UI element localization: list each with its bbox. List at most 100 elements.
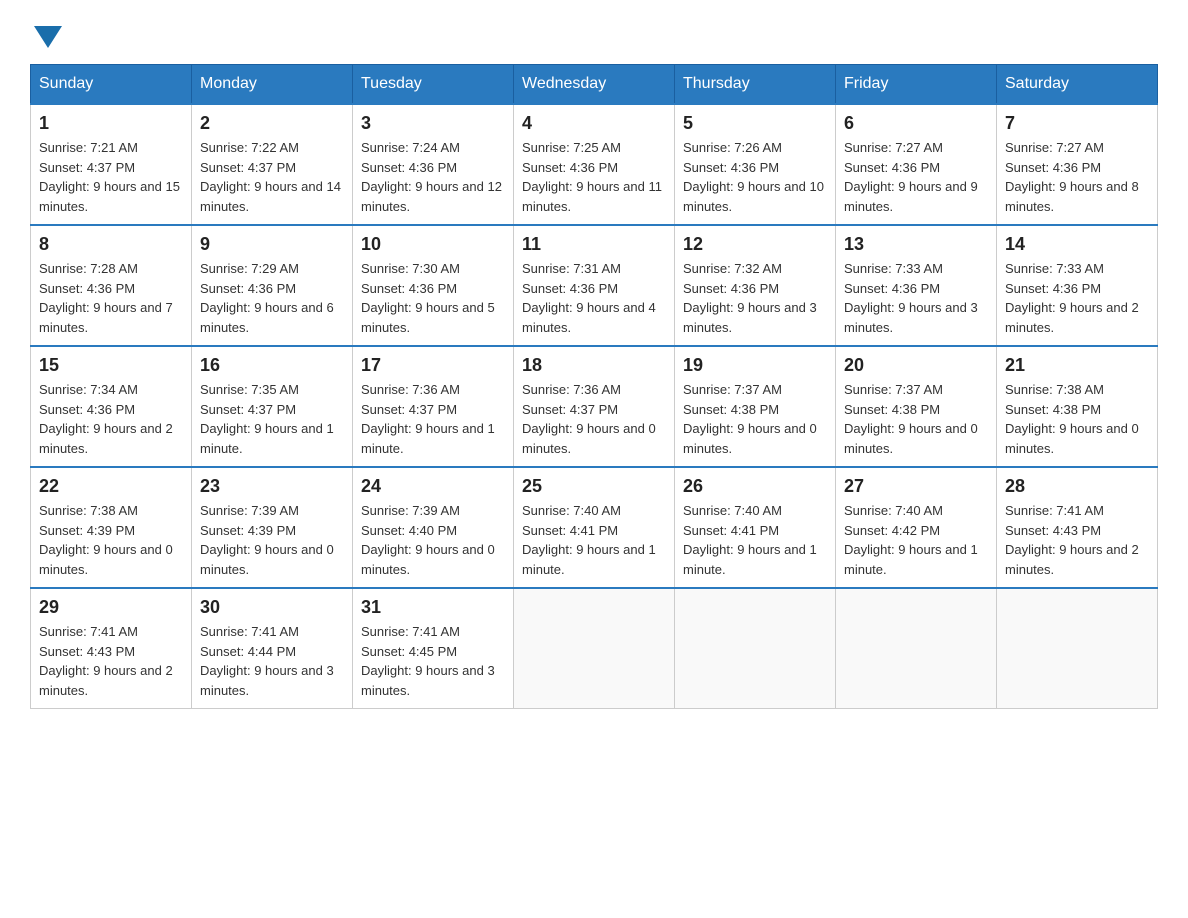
day-number: 31 xyxy=(361,597,505,618)
calendar-cell: 28Sunrise: 7:41 AMSunset: 4:43 PMDayligh… xyxy=(997,467,1158,588)
day-number: 1 xyxy=(39,113,183,134)
logo-triangle-icon xyxy=(34,26,62,48)
day-number: 26 xyxy=(683,476,827,497)
day-info: Sunrise: 7:38 AMSunset: 4:39 PMDaylight:… xyxy=(39,501,183,579)
day-info: Sunrise: 7:28 AMSunset: 4:36 PMDaylight:… xyxy=(39,259,183,337)
day-info: Sunrise: 7:38 AMSunset: 4:38 PMDaylight:… xyxy=(1005,380,1149,458)
day-info: Sunrise: 7:31 AMSunset: 4:36 PMDaylight:… xyxy=(522,259,666,337)
day-number: 3 xyxy=(361,113,505,134)
day-number: 4 xyxy=(522,113,666,134)
day-number: 30 xyxy=(200,597,344,618)
day-number: 5 xyxy=(683,113,827,134)
day-info: Sunrise: 7:29 AMSunset: 4:36 PMDaylight:… xyxy=(200,259,344,337)
day-info: Sunrise: 7:22 AMSunset: 4:37 PMDaylight:… xyxy=(200,138,344,216)
day-number: 23 xyxy=(200,476,344,497)
day-number: 22 xyxy=(39,476,183,497)
week-row-5: 29Sunrise: 7:41 AMSunset: 4:43 PMDayligh… xyxy=(31,588,1158,709)
day-info: Sunrise: 7:33 AMSunset: 4:36 PMDaylight:… xyxy=(844,259,988,337)
column-header-sunday: Sunday xyxy=(31,65,192,105)
day-info: Sunrise: 7:33 AMSunset: 4:36 PMDaylight:… xyxy=(1005,259,1149,337)
column-header-monday: Monday xyxy=(192,65,353,105)
calendar-cell: 13 Sunrise: 7:33 AMSunset: 4:36 PMDayligh… xyxy=(836,225,997,346)
day-info: Sunrise: 7:39 AMSunset: 4:39 PMDaylight:… xyxy=(200,501,344,579)
column-header-friday: Friday xyxy=(836,65,997,105)
calendar-header-row: SundayMondayTuesdayWednesdayThursdayFrid… xyxy=(31,65,1158,105)
day-info: Sunrise: 7:40 AMSunset: 4:41 PMDaylight:… xyxy=(683,501,827,579)
calendar-cell: 9 Sunrise: 7:29 AMSunset: 4:36 PMDaylight… xyxy=(192,225,353,346)
column-header-tuesday: Tuesday xyxy=(353,65,514,105)
day-info: Sunrise: 7:25 AMSunset: 4:36 PMDaylight:… xyxy=(522,138,666,216)
day-number: 7 xyxy=(1005,113,1149,134)
day-info: Sunrise: 7:32 AMSunset: 4:36 PMDaylight:… xyxy=(683,259,827,337)
calendar-cell: 16Sunrise: 7:35 AMSunset: 4:37 PMDayligh… xyxy=(192,346,353,467)
day-info: Sunrise: 7:40 AMSunset: 4:41 PMDaylight:… xyxy=(522,501,666,579)
day-number: 27 xyxy=(844,476,988,497)
calendar-cell: 5Sunrise: 7:26 AMSunset: 4:36 PMDaylight… xyxy=(675,104,836,225)
day-info: Sunrise: 7:24 AMSunset: 4:36 PMDaylight:… xyxy=(361,138,505,216)
day-number: 9 xyxy=(200,234,344,255)
calendar-cell: 6 Sunrise: 7:27 AMSunset: 4:36 PMDaylight… xyxy=(836,104,997,225)
calendar-cell xyxy=(997,588,1158,709)
day-info: Sunrise: 7:40 AMSunset: 4:42 PMDaylight:… xyxy=(844,501,988,579)
day-info: Sunrise: 7:41 AMSunset: 4:43 PMDaylight:… xyxy=(1005,501,1149,579)
calendar-table: SundayMondayTuesdayWednesdayThursdayFrid… xyxy=(30,64,1158,709)
day-number: 15 xyxy=(39,355,183,376)
day-number: 19 xyxy=(683,355,827,376)
calendar-cell: 1 Sunrise: 7:21 AMSunset: 4:37 PMDaylight… xyxy=(31,104,192,225)
day-info: Sunrise: 7:37 AMSunset: 4:38 PMDaylight:… xyxy=(844,380,988,458)
calendar-cell: 4 Sunrise: 7:25 AMSunset: 4:36 PMDaylight… xyxy=(514,104,675,225)
calendar-cell xyxy=(836,588,997,709)
day-info: Sunrise: 7:37 AMSunset: 4:38 PMDaylight:… xyxy=(683,380,827,458)
calendar-cell: 8 Sunrise: 7:28 AMSunset: 4:36 PMDaylight… xyxy=(31,225,192,346)
day-info: Sunrise: 7:41 AMSunset: 4:44 PMDaylight:… xyxy=(200,622,344,700)
calendar-cell: 25 Sunrise: 7:40 AMSunset: 4:41 PMDayligh… xyxy=(514,467,675,588)
day-number: 11 xyxy=(522,234,666,255)
calendar-cell: 27 Sunrise: 7:40 AMSunset: 4:42 PMDayligh… xyxy=(836,467,997,588)
calendar-cell: 21 Sunrise: 7:38 AMSunset: 4:38 PMDayligh… xyxy=(997,346,1158,467)
week-row-4: 22 Sunrise: 7:38 AMSunset: 4:39 PMDayligh… xyxy=(31,467,1158,588)
calendar-cell: 22 Sunrise: 7:38 AMSunset: 4:39 PMDayligh… xyxy=(31,467,192,588)
calendar-cell: 29Sunrise: 7:41 AMSunset: 4:43 PMDayligh… xyxy=(31,588,192,709)
day-info: Sunrise: 7:34 AMSunset: 4:36 PMDaylight:… xyxy=(39,380,183,458)
day-info: Sunrise: 7:36 AMSunset: 4:37 PMDaylight:… xyxy=(361,380,505,458)
day-info: Sunrise: 7:21 AMSunset: 4:37 PMDaylight:… xyxy=(39,138,183,216)
page-header xyxy=(30,20,1158,44)
calendar-cell: 11 Sunrise: 7:31 AMSunset: 4:36 PMDayligh… xyxy=(514,225,675,346)
day-number: 18 xyxy=(522,355,666,376)
calendar-cell xyxy=(514,588,675,709)
day-info: Sunrise: 7:41 AMSunset: 4:43 PMDaylight:… xyxy=(39,622,183,700)
calendar-cell: 14 Sunrise: 7:33 AMSunset: 4:36 PMDayligh… xyxy=(997,225,1158,346)
day-info: Sunrise: 7:27 AMSunset: 4:36 PMDaylight:… xyxy=(1005,138,1149,216)
day-info: Sunrise: 7:30 AMSunset: 4:36 PMDaylight:… xyxy=(361,259,505,337)
day-number: 14 xyxy=(1005,234,1149,255)
day-info: Sunrise: 7:36 AMSunset: 4:37 PMDaylight:… xyxy=(522,380,666,458)
calendar-cell: 12 Sunrise: 7:32 AMSunset: 4:36 PMDayligh… xyxy=(675,225,836,346)
calendar-cell: 17 Sunrise: 7:36 AMSunset: 4:37 PMDayligh… xyxy=(353,346,514,467)
day-number: 13 xyxy=(844,234,988,255)
calendar-cell: 26 Sunrise: 7:40 AMSunset: 4:41 PMDayligh… xyxy=(675,467,836,588)
calendar-cell: 7 Sunrise: 7:27 AMSunset: 4:36 PMDaylight… xyxy=(997,104,1158,225)
day-number: 10 xyxy=(361,234,505,255)
calendar-cell: 19 Sunrise: 7:37 AMSunset: 4:38 PMDayligh… xyxy=(675,346,836,467)
calendar-cell xyxy=(675,588,836,709)
column-header-wednesday: Wednesday xyxy=(514,65,675,105)
day-number: 2 xyxy=(200,113,344,134)
day-info: Sunrise: 7:27 AMSunset: 4:36 PMDaylight:… xyxy=(844,138,988,216)
day-number: 20 xyxy=(844,355,988,376)
calendar-cell: 18 Sunrise: 7:36 AMSunset: 4:37 PMDayligh… xyxy=(514,346,675,467)
column-header-saturday: Saturday xyxy=(997,65,1158,105)
day-number: 25 xyxy=(522,476,666,497)
calendar-cell: 10 Sunrise: 7:30 AMSunset: 4:36 PMDayligh… xyxy=(353,225,514,346)
day-info: Sunrise: 7:39 AMSunset: 4:40 PMDaylight:… xyxy=(361,501,505,579)
calendar-cell: 30 Sunrise: 7:41 AMSunset: 4:44 PMDayligh… xyxy=(192,588,353,709)
day-info: Sunrise: 7:35 AMSunset: 4:37 PMDaylight:… xyxy=(200,380,344,458)
calendar-cell: 31Sunrise: 7:41 AMSunset: 4:45 PMDayligh… xyxy=(353,588,514,709)
day-number: 8 xyxy=(39,234,183,255)
week-row-1: 1 Sunrise: 7:21 AMSunset: 4:37 PMDaylight… xyxy=(31,104,1158,225)
day-number: 6 xyxy=(844,113,988,134)
day-number: 17 xyxy=(361,355,505,376)
week-row-2: 8 Sunrise: 7:28 AMSunset: 4:36 PMDaylight… xyxy=(31,225,1158,346)
calendar-cell: 2 Sunrise: 7:22 AMSunset: 4:37 PMDaylight… xyxy=(192,104,353,225)
day-number: 21 xyxy=(1005,355,1149,376)
day-number: 12 xyxy=(683,234,827,255)
